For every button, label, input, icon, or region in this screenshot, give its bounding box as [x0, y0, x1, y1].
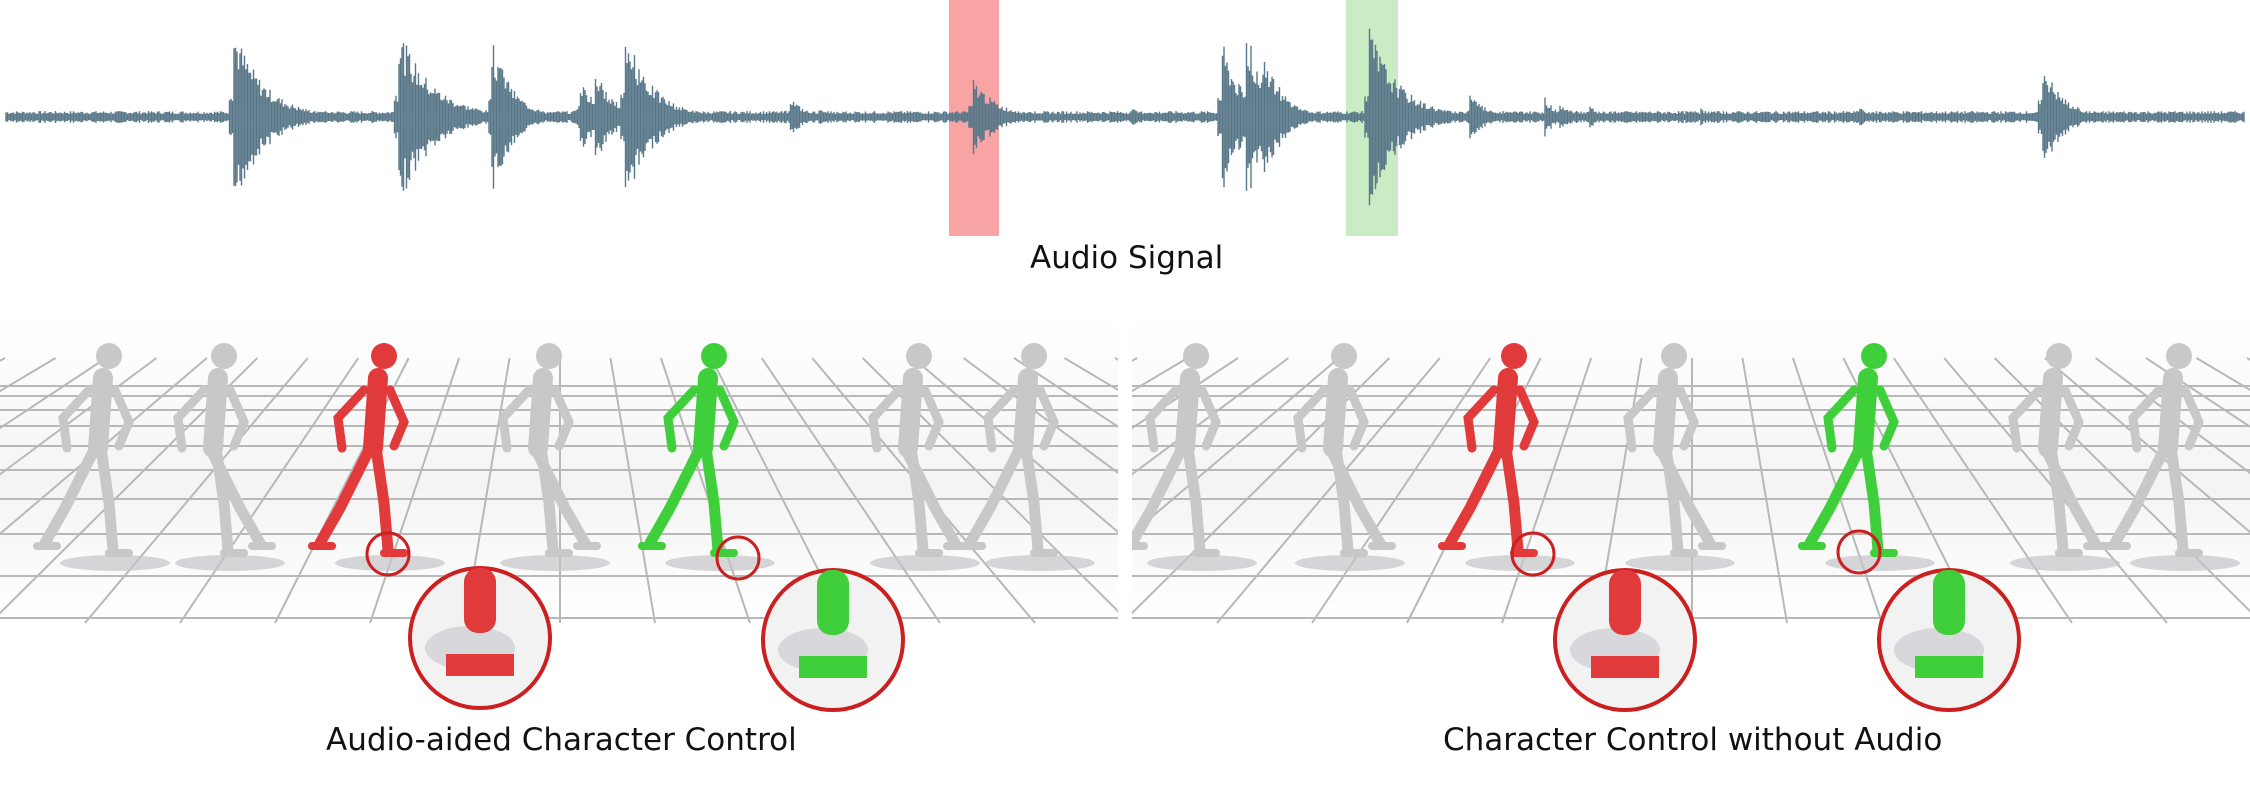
zoom-callout-1	[761, 568, 905, 712]
zoom-callout-1	[1877, 568, 2021, 712]
caption-without-audio: Character Control without Audio	[1443, 722, 1943, 758]
audio-signal-label: Audio Signal	[1030, 240, 1224, 276]
waveform-trace	[5, 28, 2245, 206]
scene-panel-audio-aided	[0, 318, 1118, 712]
zoom-callout-0	[408, 566, 552, 710]
scene-panel-without-audio	[1132, 318, 2250, 712]
audio-waveform	[5, 0, 2245, 236]
caption-audio-aided: Audio-aided Character Control	[326, 722, 797, 758]
zoom-callout-0	[1553, 568, 1697, 712]
